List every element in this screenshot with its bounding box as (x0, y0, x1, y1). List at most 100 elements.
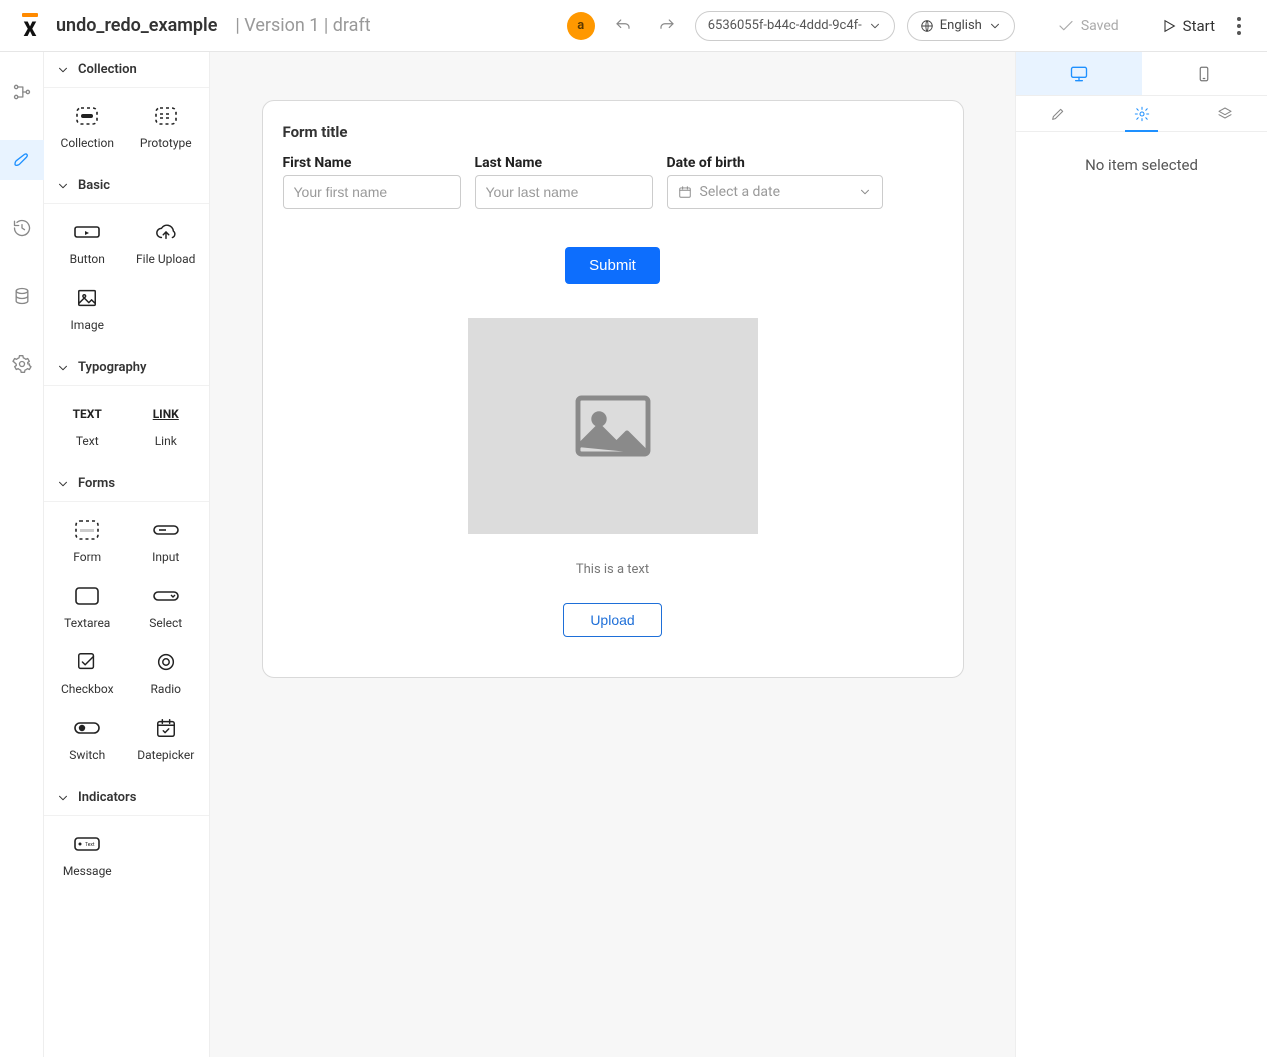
calendar-icon (678, 185, 692, 199)
palette-item-collection[interactable]: Collection (48, 98, 127, 154)
palette-item-switch[interactable]: Switch (48, 710, 127, 766)
top-bar: X undo_redo_example | Version 1 | draft … (0, 0, 1267, 52)
check-icon (1057, 17, 1075, 35)
palette-item-radio[interactable]: Radio (127, 644, 206, 700)
dob-input[interactable]: Select a date (667, 175, 883, 209)
palette-item-label: Link (155, 434, 177, 448)
mode-tab-layers[interactable] (1183, 96, 1267, 131)
palette-item-textarea[interactable]: Textarea (48, 578, 127, 634)
layers-icon (1217, 106, 1233, 122)
dob-placeholder: Select a date (700, 184, 781, 200)
palette-item-label: Radio (151, 682, 181, 696)
palette-group-forms-header[interactable]: Forms (44, 466, 209, 502)
palette-group-typography-header[interactable]: Typography (44, 350, 209, 386)
mobile-icon (1195, 64, 1213, 84)
image-icon (570, 391, 656, 461)
chevron-down-icon (858, 185, 872, 199)
redo-icon (658, 17, 676, 35)
chevron-down-icon (56, 791, 70, 805)
gear-icon (12, 354, 32, 374)
desktop-icon (1069, 64, 1089, 84)
language-dropdown[interactable]: English (907, 11, 1015, 41)
more-menu[interactable] (1227, 14, 1251, 38)
palette-item-file-upload[interactable]: File Upload (127, 214, 206, 270)
component-palette: Collection Collection Prototype Basic Bu… (44, 52, 210, 1057)
rail-design[interactable] (0, 140, 44, 180)
palette-item-datepicker[interactable]: Datepicker (127, 710, 206, 766)
form-icon (73, 519, 101, 541)
form-card[interactable]: Form title First Name Last Name Date of … (262, 100, 964, 678)
start-button[interactable]: Start (1161, 17, 1215, 35)
canvas[interactable]: Form title First Name Last Name Date of … (210, 52, 1015, 1057)
device-tab-mobile[interactable] (1142, 52, 1267, 95)
palette-item-label: Checkbox (61, 682, 114, 696)
palette-item-button[interactable]: Button (48, 214, 127, 270)
chevron-down-icon (868, 19, 882, 33)
palette-group-collection-header[interactable]: Collection (44, 52, 209, 88)
chevron-down-icon (56, 63, 70, 77)
rail-history[interactable] (0, 208, 44, 248)
undo-icon (614, 17, 632, 35)
palette-item-label: Select (149, 616, 182, 630)
palette-group-label: Indicators (78, 790, 136, 805)
chevron-down-icon (56, 477, 70, 491)
palette-item-checkbox[interactable]: Checkbox (48, 644, 127, 700)
palette-item-prototype[interactable]: Prototype (127, 98, 206, 154)
input-icon (152, 522, 180, 538)
dob-label: Date of birth (667, 155, 883, 171)
palette-item-image[interactable]: Image (48, 280, 127, 336)
rail-structure[interactable] (0, 72, 44, 112)
palette-item-link[interactable]: LINK Link (127, 396, 206, 452)
palette-item-text[interactable]: TEXT Text (48, 396, 127, 452)
rail-data[interactable] (0, 276, 44, 316)
undo-button[interactable] (607, 10, 639, 42)
palette-item-message[interactable]: Text Message (48, 826, 127, 882)
palette-group-label: Forms (78, 476, 115, 491)
first-name-input[interactable] (283, 175, 461, 209)
no-selection-message: No item selected (1016, 132, 1267, 198)
button-icon (72, 222, 102, 242)
device-tabs (1016, 52, 1267, 96)
id-dropdown-value: 6536055f-b44c-4ddd-9c4f- (708, 18, 862, 33)
device-tab-desktop[interactable] (1016, 52, 1142, 95)
user-avatar[interactable]: a (567, 12, 595, 40)
palette-item-form[interactable]: Form (48, 512, 127, 568)
palette-item-label: Text (76, 434, 99, 448)
palette-item-label: Datepicker (137, 748, 194, 762)
saved-indicator: Saved (1057, 17, 1119, 35)
left-rail (0, 52, 44, 1057)
textarea-icon (74, 586, 100, 606)
file-title: undo_redo_example (56, 15, 217, 36)
field-dob: Date of birth Select a date (667, 155, 883, 209)
history-icon (12, 218, 32, 238)
rail-settings[interactable] (0, 344, 44, 384)
database-icon (12, 286, 32, 306)
palette-item-select[interactable]: Select (127, 578, 206, 634)
redo-button[interactable] (651, 10, 683, 42)
radio-icon (155, 651, 177, 673)
submit-button[interactable]: Submit (565, 247, 660, 284)
first-name-label: First Name (283, 155, 461, 171)
palette-group-basic-header[interactable]: Basic (44, 168, 209, 204)
saved-label: Saved (1081, 18, 1119, 34)
mode-tab-settings[interactable] (1100, 96, 1184, 131)
checkbox-icon (76, 651, 98, 673)
mode-tab-edit[interactable] (1016, 96, 1100, 131)
image-placeholder[interactable] (468, 318, 758, 534)
upload-button[interactable]: Upload (563, 603, 661, 637)
id-dropdown[interactable]: 6536055f-b44c-4ddd-9c4f- (695, 11, 895, 41)
palette-group-indicators-header[interactable]: Indicators (44, 780, 209, 816)
palette-item-input[interactable]: Input (127, 512, 206, 568)
last-name-label: Last Name (475, 155, 653, 171)
file-subtitle: | Version 1 | draft (235, 15, 370, 36)
play-icon (1161, 18, 1177, 34)
field-last-name: Last Name (475, 155, 653, 209)
link-icon: LINK (153, 407, 179, 421)
select-icon (152, 588, 180, 604)
form-title: Form title (283, 123, 943, 141)
last-name-input[interactable] (475, 175, 653, 209)
palette-item-label: Switch (69, 748, 105, 762)
chevron-down-icon (56, 179, 70, 193)
message-icon: Text (73, 835, 101, 853)
palette-item-label: Message (63, 864, 112, 878)
